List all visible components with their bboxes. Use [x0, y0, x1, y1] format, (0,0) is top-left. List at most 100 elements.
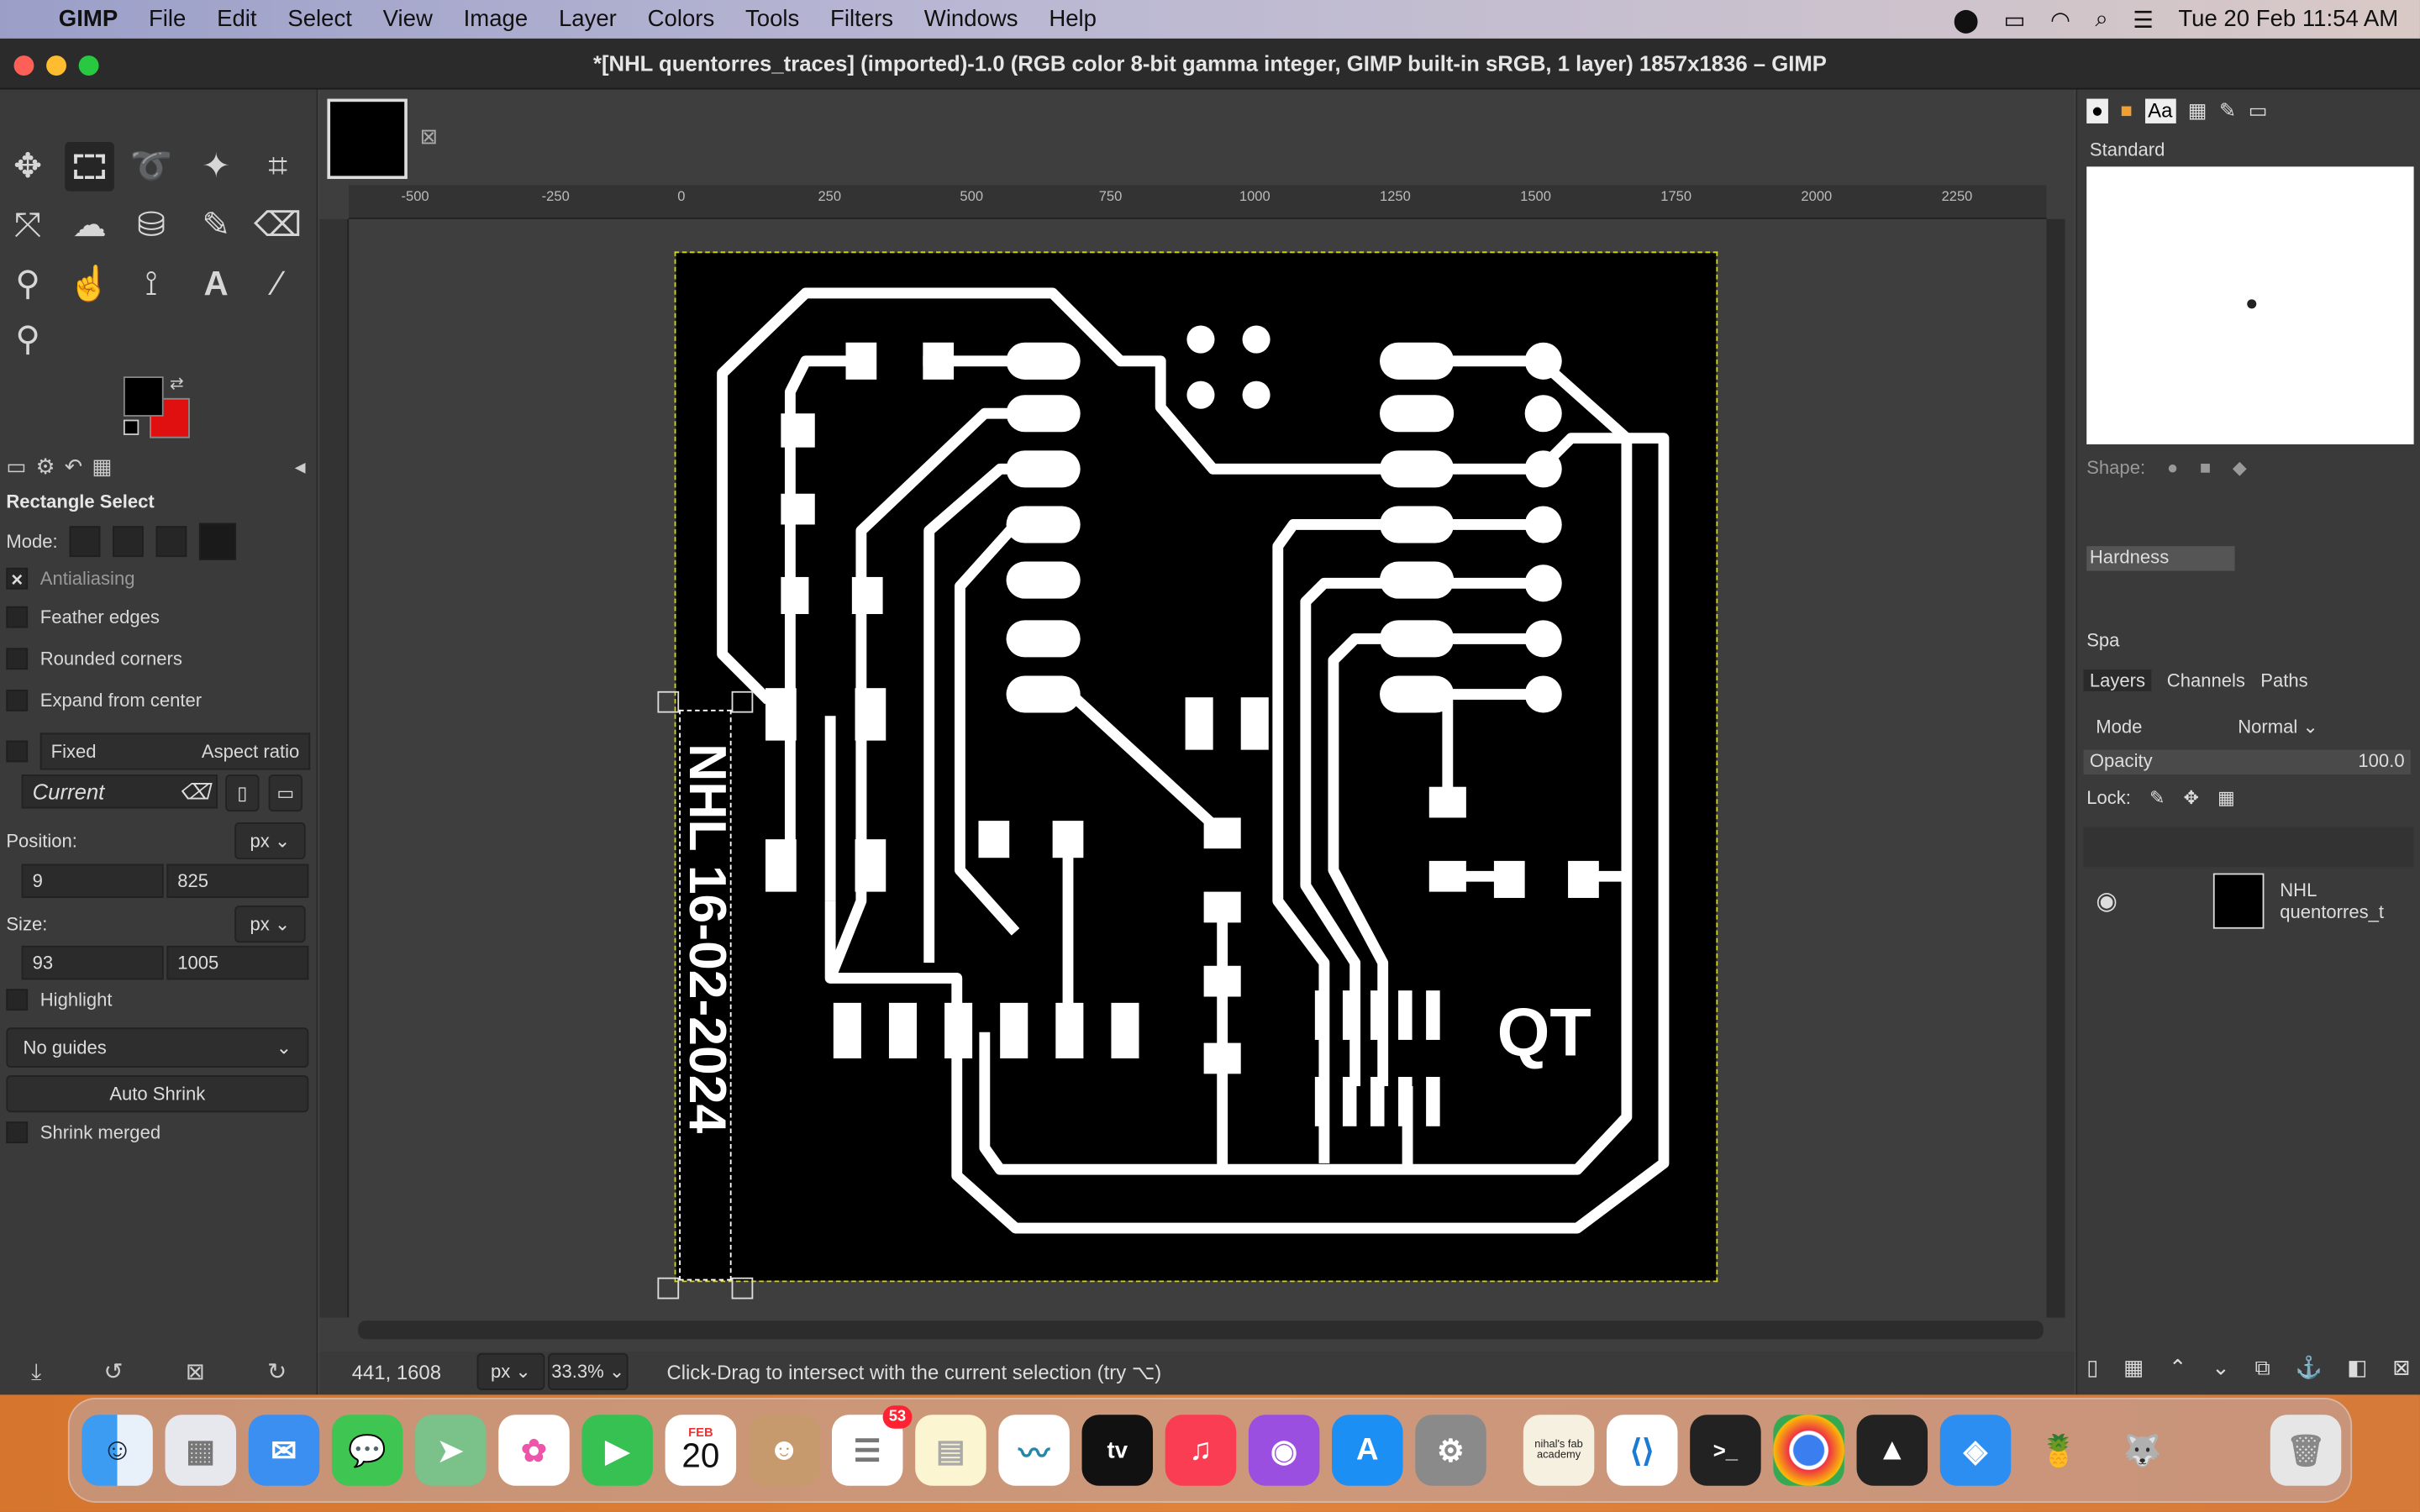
selection-marquee[interactable]	[679, 709, 732, 1281]
battery-icon[interactable]: ▭	[2004, 5, 2026, 33]
antialiasing-checkbox[interactable]: ×	[6, 567, 29, 591]
shrink-merged-checkbox[interactable]	[6, 1121, 29, 1143]
default-colors-icon[interactable]	[123, 419, 139, 435]
close-window-button[interactable]	[13, 55, 34, 76]
selection-handle[interactable]	[731, 690, 754, 713]
freeform-icon[interactable]: 〰	[998, 1415, 1070, 1486]
fixed-checkbox[interactable]	[6, 740, 29, 763]
safari-icon[interactable]: ◈	[1939, 1415, 2012, 1486]
control-center-icon[interactable]: ☰	[2133, 5, 2154, 33]
launchpad-icon[interactable]: ▦	[165, 1415, 237, 1486]
menu-file[interactable]: File	[134, 6, 202, 32]
transform-tool-icon[interactable]: ⤧	[3, 201, 53, 250]
text-tool-icon[interactable]: A	[192, 260, 241, 309]
reset-options-icon[interactable]: ↻	[267, 1357, 287, 1385]
size-h-input[interactable]: 1005	[166, 945, 309, 980]
menu-view[interactable]: View	[367, 6, 448, 32]
vertical-scrollbar[interactable]	[2046, 218, 2065, 1318]
rounded-checkbox[interactable]	[6, 648, 29, 670]
lock-position-icon[interactable]: ✥	[2183, 787, 2198, 809]
new-preset-button[interactable]: ▯	[225, 774, 260, 812]
tool-options-tab-icon[interactable]: ▭	[6, 454, 26, 487]
vscode-icon[interactable]: ⟨⟩	[1607, 1415, 1678, 1486]
size-w-input[interactable]: 93	[21, 945, 164, 980]
selection-handle[interactable]	[657, 1277, 680, 1299]
color-picker-icon[interactable]: ⁄	[253, 260, 302, 309]
mode-add-button[interactable]	[113, 526, 145, 558]
clear-field-icon[interactable]: ⌫	[179, 779, 209, 805]
hardness-slider[interactable]: Hardness	[2086, 546, 2235, 571]
guides-select[interactable]: No guides ⌄	[6, 1027, 309, 1068]
crop-tool-icon[interactable]: ⌗	[253, 142, 302, 192]
feather-checkbox[interactable]	[6, 606, 29, 628]
rect-select-tool-icon[interactable]	[65, 141, 114, 192]
mask-layer-icon[interactable]: ◧	[2347, 1355, 2367, 1381]
position-y-input[interactable]: 825	[166, 864, 309, 898]
terminal-icon[interactable]: >_	[1690, 1415, 1761, 1486]
vertical-ruler[interactable]	[319, 218, 350, 1318]
zoom-select[interactable]: 33.3% ⌄	[548, 1352, 629, 1390]
close-tab-icon[interactable]: ⊠	[420, 123, 439, 150]
image-tab-thumbnail[interactable]	[327, 98, 408, 180]
horizontal-scrollbar[interactable]	[358, 1320, 2044, 1340]
lock-pixels-icon[interactable]: ✎	[2149, 787, 2165, 809]
finder-icon[interactable]: ☺	[82, 1415, 153, 1486]
brushes-tab-icon[interactable]: ●	[2086, 98, 2108, 123]
clone-tool-icon[interactable]: ⚲	[3, 260, 53, 309]
tab-layers[interactable]: Layers	[2083, 669, 2152, 691]
highlight-checkbox[interactable]	[6, 989, 29, 1011]
visibility-eye-icon[interactable]: ◉	[2096, 885, 2118, 916]
unit-select[interactable]: px ⌄	[476, 1352, 545, 1390]
trash-icon[interactable]: 🗑	[2270, 1415, 2342, 1486]
fuzzy-select-icon[interactable]: ✦	[192, 142, 241, 192]
new-group-icon[interactable]: ▦	[2123, 1355, 2144, 1381]
smudge-tool-icon[interactable]: ☝	[65, 260, 114, 309]
horizontal-ruler[interactable]: -500 -250 0 250 500 750 1000 1250 1500 1…	[349, 185, 2047, 219]
facetime-icon[interactable]: ▶	[581, 1415, 653, 1486]
auto-shrink-button[interactable]: Auto Shrink	[6, 1075, 309, 1113]
app-menu[interactable]: GIMP	[43, 6, 133, 32]
tab-paths[interactable]: Paths	[2260, 669, 2307, 691]
mode-replace-button[interactable]	[70, 526, 102, 558]
size-unit-select[interactable]: px ⌄	[234, 906, 306, 943]
layer-mode-select[interactable]: Normal ⌄	[2238, 716, 2318, 738]
reminders-icon[interactable]: ☰ 53	[831, 1405, 913, 1486]
maps-icon[interactable]: ➤	[415, 1415, 487, 1486]
podcasts-icon[interactable]: ◉	[1248, 1415, 1320, 1486]
layer-name[interactable]: NHL quentorres_t	[2280, 879, 2413, 922]
bucket-fill-icon[interactable]: ⛁	[127, 201, 176, 250]
clock[interactable]: Tue 20 Feb 11:54 AM	[2178, 6, 2398, 32]
menu-filters[interactable]: Filters	[815, 6, 909, 32]
menu-tools[interactable]: Tools	[730, 6, 815, 32]
fruit-app-icon[interactable]: 🍍	[2023, 1415, 2094, 1485]
screen-share-icon[interactable]: ⬤	[1953, 5, 1979, 33]
square-shape-icon[interactable]: ■	[2200, 457, 2211, 479]
apple-tv-icon[interactable]: tv	[1081, 1415, 1154, 1486]
menu-edit[interactable]: Edit	[202, 6, 272, 32]
paintbrush-icon[interactable]: ✎	[192, 201, 241, 250]
menu-windows[interactable]: Windows	[908, 6, 1034, 32]
save-options-icon[interactable]: ⤓	[31, 1358, 41, 1384]
undo-history-tab-icon[interactable]: ↶	[65, 454, 83, 487]
gradients-tab-icon[interactable]: ▭	[2249, 99, 2268, 123]
menu-layer[interactable]: Layer	[544, 6, 633, 32]
fonts-tab-icon[interactable]: Aa	[2144, 98, 2176, 123]
notes-document-icon[interactable]: nihal's fab academy	[1523, 1415, 1595, 1486]
delete-layer-icon[interactable]: ⊠	[2392, 1355, 2411, 1381]
delete-options-icon[interactable]: ⊠	[186, 1357, 205, 1385]
calendar-icon[interactable]: FEB 20	[665, 1415, 737, 1486]
lower-layer-icon[interactable]: ⌄	[2212, 1355, 2230, 1381]
inkscape-icon[interactable]: ▲	[1856, 1415, 1928, 1486]
foreground-color-swatch[interactable]	[123, 376, 164, 417]
edit-preset-button[interactable]: ▭	[268, 774, 302, 812]
notes-icon[interactable]: ▤	[915, 1415, 986, 1486]
fixed-combo[interactable]: Fixed Aspect ratio	[39, 732, 311, 770]
photos-icon[interactable]: ✿	[498, 1415, 570, 1486]
device-status-tab-icon[interactable]: ⚙	[36, 454, 55, 487]
swap-colors-icon[interactable]: ⇄	[170, 373, 184, 393]
mode-intersect-button[interactable]	[199, 522, 237, 560]
spotlight-icon[interactable]: ⌕	[2095, 6, 2107, 32]
pcb-traces-image[interactable]: QT NHL 16-02-2024	[657, 251, 1718, 1299]
app-store-icon[interactable]: A	[1332, 1415, 1403, 1486]
gimp-icon[interactable]: 🐺	[2107, 1415, 2177, 1485]
